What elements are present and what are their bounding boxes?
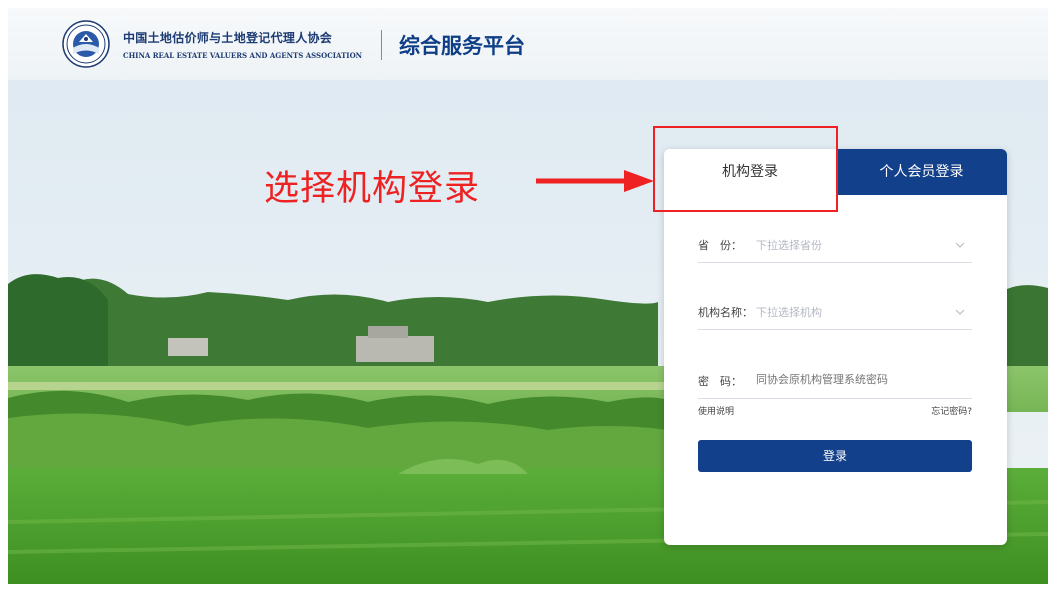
arrow-right-icon [536, 170, 654, 192]
header-divider [381, 30, 382, 60]
organization-name-en: CHINA REAL ESTATE VALUERS AND AGENTS ASS… [123, 51, 363, 60]
province-placeholder: 下拉选择省份 [756, 239, 822, 252]
organization-label: 机构名称： [698, 306, 753, 319]
password-label: 密 码： [698, 375, 742, 388]
annotation-instruction: 选择机构登录 [264, 169, 481, 209]
forgot-password-link[interactable]: 忘记密码? [931, 404, 972, 417]
login-button[interactable]: 登录 [698, 440, 972, 472]
chevron-down-icon [955, 242, 965, 248]
organization-name-cn: 中国土地估价师与土地登记代理人协会 [123, 31, 333, 45]
header: 中国土地估价师与土地登记代理人协会 CHINA REAL ESTATE VALU… [8, 8, 1048, 81]
chevron-down-icon [955, 309, 965, 315]
page: 中国土地估价师与土地登记代理人协会 CHINA REAL ESTATE VALU… [8, 8, 1048, 584]
organization-select[interactable]: 机构名称： 下拉选择机构 [698, 297, 972, 330]
password-field: 密 码： [698, 366, 972, 399]
province-label: 省 份： [698, 239, 742, 252]
province-select[interactable]: 省 份： 下拉选择省份 [698, 230, 972, 263]
organization-placeholder: 下拉选择机构 [756, 306, 822, 319]
tab-personal-member-login[interactable]: 个人会员登录 [836, 149, 1007, 195]
association-seal-icon [62, 20, 110, 68]
annotation-highlight-box [653, 126, 838, 212]
password-input[interactable] [756, 373, 956, 386]
platform-title: 综合服务平台 [399, 34, 525, 58]
usage-instructions-link[interactable]: 使用说明 [698, 404, 734, 417]
